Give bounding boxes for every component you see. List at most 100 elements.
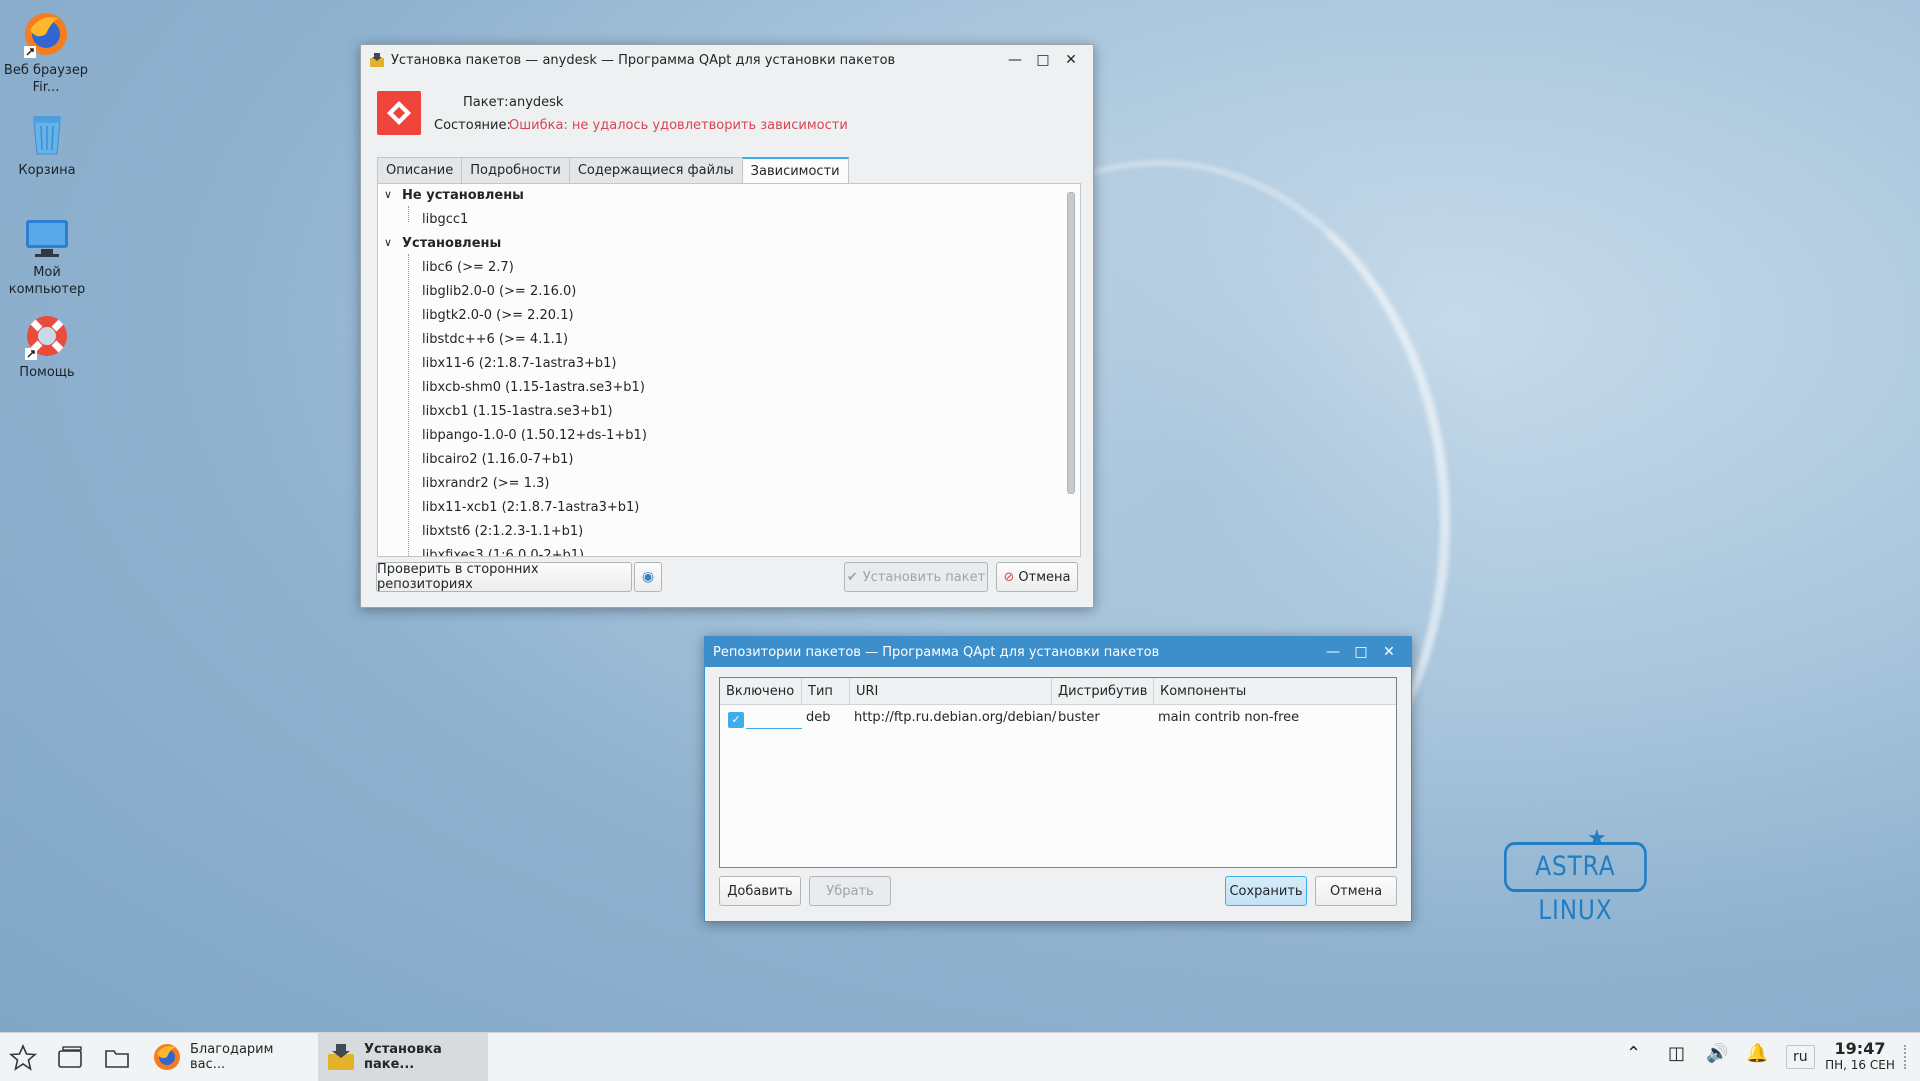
desktop-icon-label: Корзина: [18, 163, 76, 178]
maximize-icon[interactable]: □: [1029, 48, 1057, 72]
minimize-icon[interactable]: —: [1001, 48, 1029, 72]
repo-components[interactable]: main contrib non-free: [1158, 710, 1299, 725]
firefox-icon: [152, 1042, 182, 1072]
column-header[interactable]: URI: [850, 678, 1052, 705]
status-error: Ошибка: не удалось удовлетворить зависим…: [509, 118, 848, 133]
repo-dist[interactable]: buster: [1058, 710, 1100, 725]
installer-titlebar[interactable]: Установка пакетов — anydesk — Программа …: [361, 45, 1093, 75]
chevron-down-icon[interactable]: ∨: [384, 236, 392, 249]
add-button[interactable]: Добавить: [719, 876, 801, 906]
tree-item[interactable]: libxcb-shm0 (1.15-1astra.se3+b1): [422, 380, 645, 395]
cancel-button[interactable]: ⊘ Отмена: [996, 562, 1078, 592]
tab-bar: Описание Подробности Содержащиеся файлы …: [377, 157, 849, 187]
panel-handle[interactable]: [1904, 1045, 1910, 1069]
tree-line: [408, 254, 409, 556]
clock-date: ПН, 16 СЕН: [1825, 1058, 1895, 1072]
repos-table[interactable]: Включено Тип URI Дистрибутив Компоненты …: [719, 677, 1397, 868]
group-installed: Установлены: [402, 236, 502, 251]
column-header[interactable]: Тип: [802, 678, 850, 705]
computer-icon: [23, 212, 71, 260]
tree-item[interactable]: libxcb1 (1.15-1astra.se3+b1): [422, 404, 613, 419]
tab-description[interactable]: Описание: [377, 157, 462, 185]
trash-icon: [23, 110, 71, 158]
taskbar: Благодарим вас... Установка паке... ⌃ ◫ …: [0, 1032, 1920, 1081]
package-label: Пакет:: [463, 95, 509, 110]
chevron-down-icon[interactable]: ∨: [384, 188, 392, 201]
package-value: anydesk: [509, 95, 564, 110]
desktop-icon-label: Мой компьютер: [8, 265, 86, 297]
chevron-up-icon[interactable]: ⌃: [1626, 1043, 1641, 1064]
column-header[interactable]: Компоненты: [1154, 678, 1396, 705]
tree-item[interactable]: libpango-1.0-0 (1.50.12+ds-1+b1): [422, 428, 647, 443]
repo-settings-button[interactable]: ◉: [634, 562, 662, 592]
tree-item[interactable]: libxtst6 (2:1.2.3-1.1+b1): [422, 524, 583, 539]
deb-package-icon: [326, 1042, 356, 1072]
folder-icon[interactable]: [102, 1043, 132, 1073]
repos-titlebar[interactable]: Репозитории пакетов — Программа QApt для…: [705, 637, 1411, 667]
globe-icon: ◉: [641, 569, 655, 585]
enabled-checkbox[interactable]: ✓: [728, 712, 744, 728]
status-label: Состояние:: [434, 118, 511, 133]
cancel-icon: ⊘: [1003, 569, 1015, 585]
window-title: Установка пакетов — anydesk — Программа …: [391, 52, 896, 68]
install-button[interactable]: ✔ Установить пакет: [844, 562, 988, 592]
clock-time: 19:47: [1834, 1039, 1886, 1058]
tree-item[interactable]: libx11-xcb1 (2:1.8.7-1astra3+b1): [422, 500, 639, 515]
desktops-icon[interactable]: [55, 1043, 85, 1073]
anydesk-logo-icon: [377, 91, 421, 135]
dependency-tree[interactable]: ∨ Не установлены libgcc1 ∨ Установлены l…: [377, 183, 1081, 557]
group-not-installed: Не установлены: [402, 188, 524, 203]
start-menu-icon[interactable]: [8, 1043, 38, 1073]
tree-item[interactable]: libstdc++6 (>= 4.1.1): [422, 332, 568, 347]
check-repos-button[interactable]: Проверить в сторонних репозиториях: [376, 562, 632, 592]
tree-item[interactable]: libcairo2 (1.16.0-7+b1): [422, 452, 574, 467]
deb-package-icon: [369, 52, 385, 68]
desktop-icon-label: Помощь: [19, 365, 75, 380]
usb-icon[interactable]: ◫: [1668, 1043, 1685, 1064]
install-button-label: Установить пакет: [862, 569, 986, 585]
bell-icon[interactable]: 🔔: [1746, 1043, 1768, 1064]
cancel-button-label: Отмена: [1018, 569, 1071, 585]
minimize-icon[interactable]: —: [1319, 640, 1347, 664]
clock[interactable]: 19:47 ПН, 16 СЕН: [1820, 1039, 1900, 1072]
repos-window: Репозитории пакетов — Программа QApt для…: [704, 636, 1412, 922]
lifebuoy-icon: [23, 312, 71, 360]
check-circle-icon: ✔: [846, 569, 858, 585]
tree-item[interactable]: libxrandr2 (>= 1.3): [422, 476, 549, 491]
cancel-button[interactable]: Отмена: [1315, 876, 1397, 906]
maximize-icon[interactable]: □: [1347, 640, 1375, 664]
desktop-icon-firefox[interactable]: Веб браузер Fir...: [0, 10, 92, 96]
tree-item[interactable]: libx11-6 (2:1.8.7-1astra3+b1): [422, 356, 616, 371]
row-editor: [746, 728, 802, 729]
desktop-icon-help[interactable]: Помощь: [1, 312, 93, 381]
tree-item[interactable]: libxfixes3 (1:6.0.0-2+b1): [422, 548, 584, 556]
save-button[interactable]: Сохранить: [1225, 876, 1307, 906]
tree-item[interactable]: libc6 (>= 2.7): [422, 260, 514, 275]
installer-window: Установка пакетов — anydesk — Программа …: [360, 44, 1094, 608]
window-title: Репозитории пакетов — Программа QApt для…: [713, 644, 1160, 660]
tree-item[interactable]: libgtk2.0-0 (>= 2.20.1): [422, 308, 574, 323]
repo-type[interactable]: deb: [806, 710, 831, 725]
desktop-icon-label: Веб браузер Fir...: [3, 63, 89, 95]
column-header[interactable]: Дистрибутив: [1052, 678, 1154, 705]
column-header[interactable]: Включено: [720, 678, 802, 705]
desktop-icon-trash[interactable]: Корзина: [1, 110, 93, 179]
remove-button[interactable]: Убрать: [809, 876, 891, 906]
language-indicator[interactable]: ru: [1786, 1045, 1815, 1069]
astra-linux-logo: ASTRA LINUX: [1504, 842, 1647, 926]
tree-item[interactable]: libgcc1: [422, 212, 468, 227]
close-icon[interactable]: ✕: [1375, 640, 1403, 664]
scrollbar[interactable]: [1067, 192, 1075, 494]
repo-uri[interactable]: http://ftp.ru.debian.org/debian/: [854, 710, 1056, 725]
tab-files[interactable]: Содержащиеся файлы: [568, 157, 742, 185]
task-firefox[interactable]: Благодарим вас...: [148, 1033, 312, 1081]
task-label: Установка паке...: [364, 1042, 442, 1072]
tree-line: [408, 206, 409, 222]
firefox-icon: [22, 10, 70, 58]
volume-icon[interactable]: 🔊: [1706, 1043, 1728, 1064]
desktop-icon-computer[interactable]: Мой компьютер: [1, 212, 93, 298]
tab-details[interactable]: Подробности: [461, 157, 569, 185]
close-icon[interactable]: ✕: [1057, 48, 1085, 72]
task-installer[interactable]: Установка паке...: [318, 1033, 488, 1081]
tree-item[interactable]: libglib2.0-0 (>= 2.16.0): [422, 284, 576, 299]
